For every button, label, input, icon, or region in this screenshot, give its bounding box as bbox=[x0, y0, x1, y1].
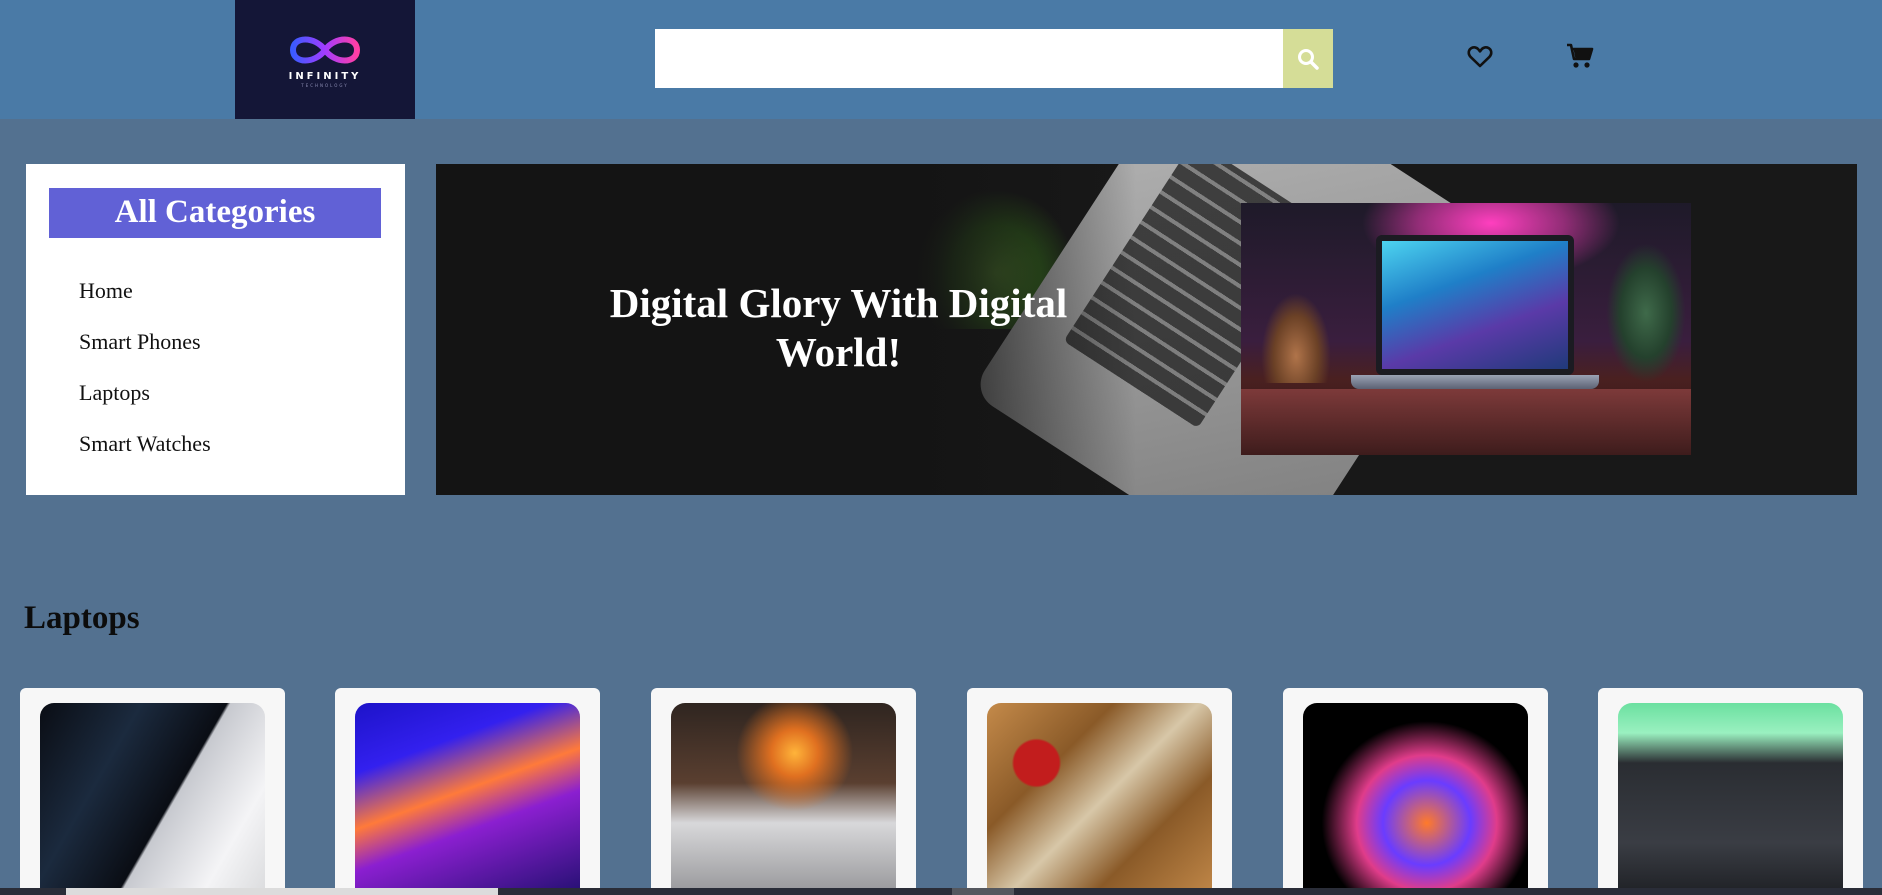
cart-icon bbox=[1567, 43, 1594, 68]
sidebar-item-home[interactable]: Home bbox=[79, 276, 211, 327]
category-sidebar: All Categories Home Smart Phones Laptops… bbox=[26, 164, 405, 495]
logo-tagline: TECHNOLOGY bbox=[301, 82, 349, 88]
sidebar-item-laptops[interactable]: Laptops bbox=[79, 378, 211, 429]
search-input[interactable] bbox=[655, 29, 1283, 88]
banner-featured-laptop-image bbox=[1241, 203, 1691, 455]
featured-photo-plant bbox=[1606, 243, 1686, 383]
sidebar-item-smart-phones[interactable]: Smart Phones bbox=[79, 327, 211, 378]
category-menu: Home Smart Phones Laptops Smart Watches bbox=[79, 276, 211, 480]
cart-button[interactable] bbox=[1565, 42, 1595, 70]
product-card[interactable] bbox=[335, 688, 600, 895]
site-header: INFINITY TECHNOLOGY bbox=[0, 0, 1882, 119]
product-card[interactable] bbox=[1283, 688, 1548, 895]
featured-photo-plant-small bbox=[1261, 293, 1331, 383]
sidebar-title: All Categories bbox=[49, 188, 381, 238]
product-image[interactable] bbox=[987, 703, 1212, 895]
hero-banner: Digital Glory With Digital World! bbox=[436, 164, 1857, 495]
product-card[interactable] bbox=[967, 688, 1232, 895]
wishlist-button[interactable] bbox=[1466, 44, 1494, 70]
featured-photo-laptop-screen bbox=[1376, 235, 1574, 375]
section-title-laptops: Laptops bbox=[24, 600, 140, 636]
infinity-logo-icon bbox=[289, 36, 361, 63]
product-image[interactable] bbox=[355, 703, 580, 895]
featured-photo-desk bbox=[1241, 389, 1691, 455]
product-image[interactable] bbox=[1303, 703, 1528, 895]
banner-heading: Digital Glory With Digital World! bbox=[609, 280, 1068, 375]
scrollbar-thumb[interactable] bbox=[66, 888, 498, 895]
product-card[interactable] bbox=[1598, 688, 1863, 895]
search-icon bbox=[1298, 48, 1319, 70]
scrollbar-segment bbox=[952, 888, 1014, 895]
search-button[interactable] bbox=[1283, 29, 1333, 88]
brand-logo[interactable]: INFINITY TECHNOLOGY bbox=[235, 0, 415, 119]
product-image[interactable] bbox=[40, 703, 265, 895]
product-card[interactable] bbox=[651, 688, 916, 895]
heart-icon bbox=[1467, 46, 1493, 68]
featured-photo-laptop-base bbox=[1351, 375, 1599, 389]
product-card[interactable] bbox=[20, 688, 285, 895]
sidebar-item-smart-watches[interactable]: Smart Watches bbox=[79, 429, 211, 480]
logo-wordmark: INFINITY bbox=[288, 70, 362, 82]
horizontal-scrollbar[interactable] bbox=[0, 888, 1882, 895]
product-image[interactable] bbox=[671, 703, 896, 895]
product-image[interactable] bbox=[1618, 703, 1843, 895]
